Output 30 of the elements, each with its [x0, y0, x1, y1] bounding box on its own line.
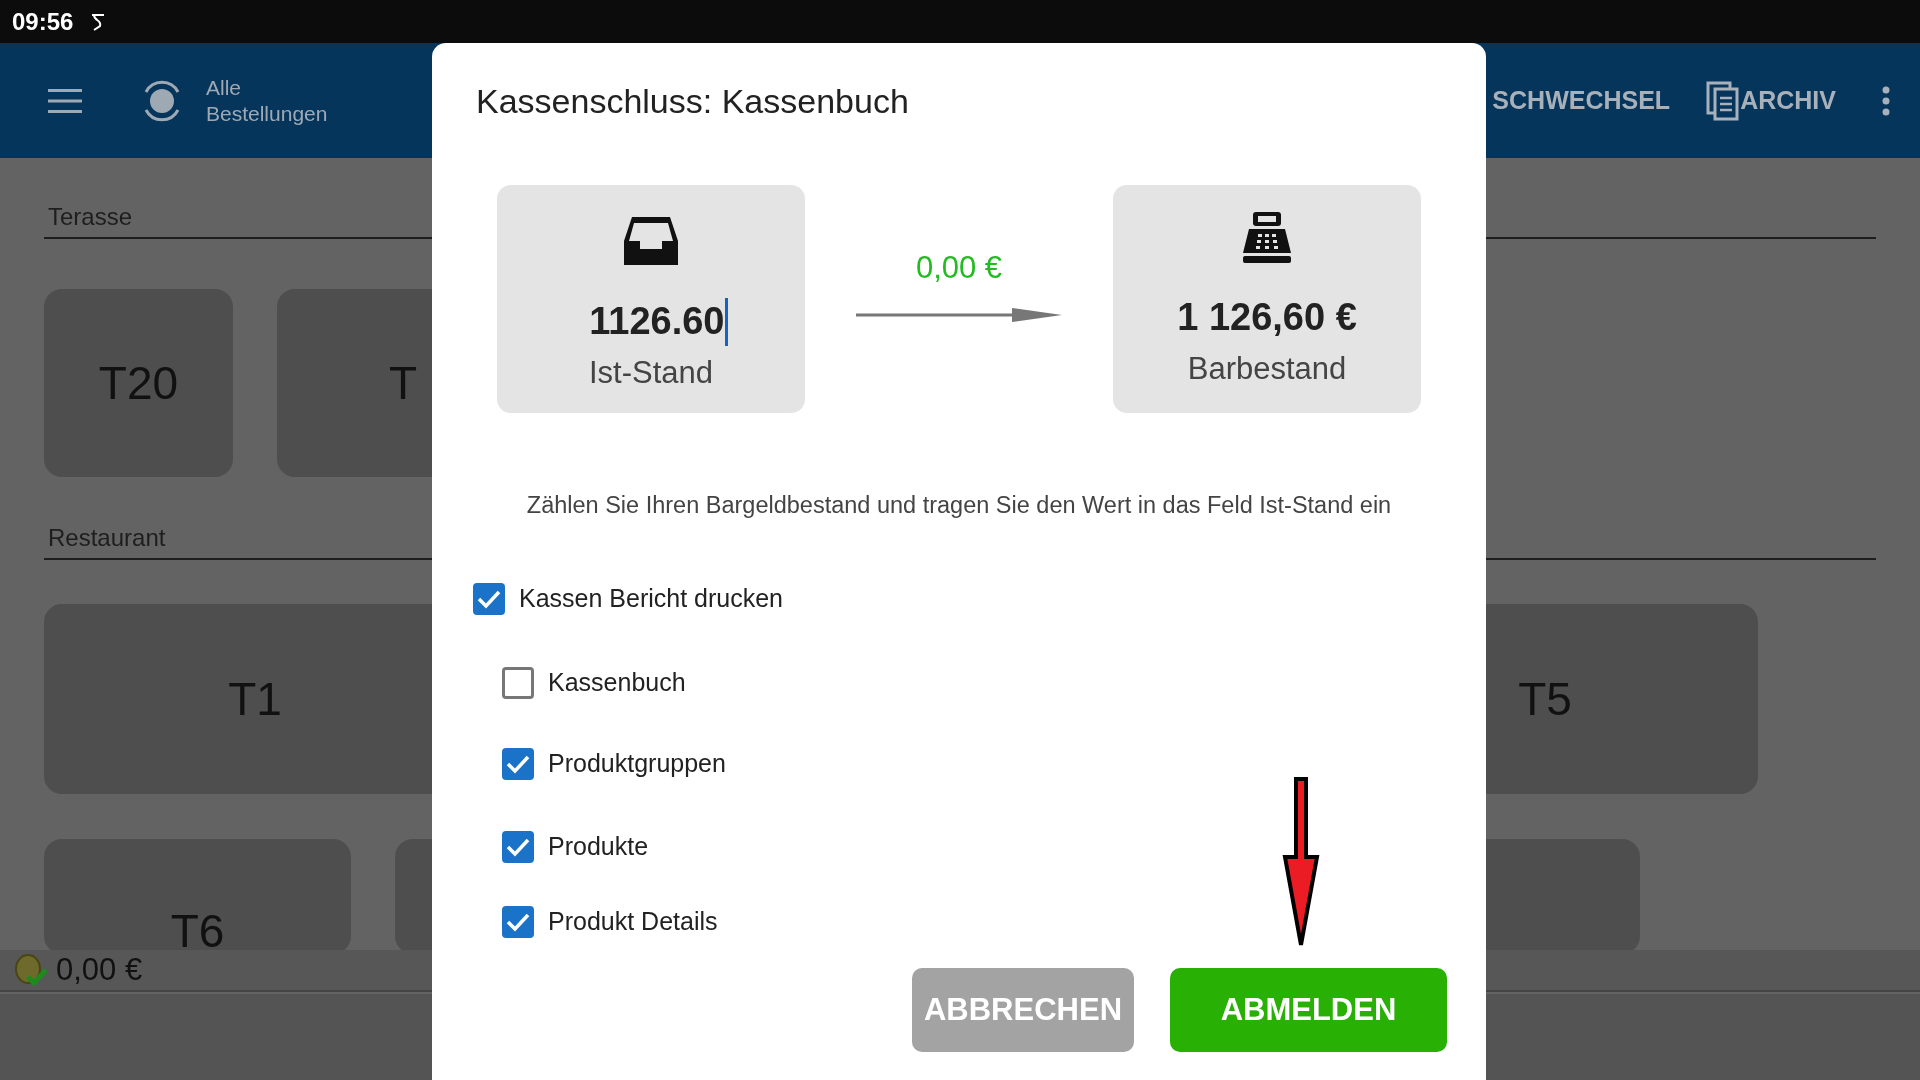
logout-button[interactable]: ABMELDEN	[1170, 968, 1447, 1052]
toolbar-action[interactable]: SCHWECHSEL	[1492, 81, 1671, 120]
checkbox-label: Produkte	[548, 830, 649, 862]
checkbox-label: Kassen Bericht drucken	[519, 583, 784, 615]
difference-amount: 0,00 €	[915, 248, 1003, 287]
toolbar-action[interactable]: ARCHIV	[1740, 81, 1836, 120]
table-tile[interactable]: T20	[44, 289, 233, 477]
checkbox[interactable]	[502, 748, 534, 780]
card-label: Barbestand	[1187, 350, 1347, 388]
checkbox[interactable]	[473, 583, 505, 615]
checkbox-label: Produkt Details	[548, 906, 718, 938]
card-label: Ist-Stand	[588, 354, 714, 392]
more-options-icon[interactable]	[1882, 85, 1890, 116]
coin-check-icon	[12, 952, 48, 988]
checkbox[interactable]	[502, 666, 534, 699]
dialog-title: Kassenschluss: Kassenbuch	[476, 81, 910, 122]
amount-field[interactable]: 1126.60	[574, 293, 725, 350]
balance-value: 1 126,60 €	[1177, 295, 1357, 340]
checkbox[interactable]	[502, 906, 534, 938]
text-cursor	[724, 297, 728, 346]
menu-icon[interactable]	[48, 87, 82, 114]
checkbox[interactable]	[502, 830, 534, 863]
drawer-tray-icon	[622, 215, 680, 267]
checkbox-label: Produktgruppen	[548, 748, 726, 780]
app-bar-title: Bestellungen	[206, 100, 328, 126]
document-icon	[1706, 80, 1741, 121]
app-bar-title: Alle	[206, 75, 243, 101]
checkbox-label: Kassenbuch	[548, 666, 686, 698]
status-time: 09:56	[12, 6, 74, 37]
cancel-button[interactable]: ABBRECHEN	[912, 968, 1134, 1052]
